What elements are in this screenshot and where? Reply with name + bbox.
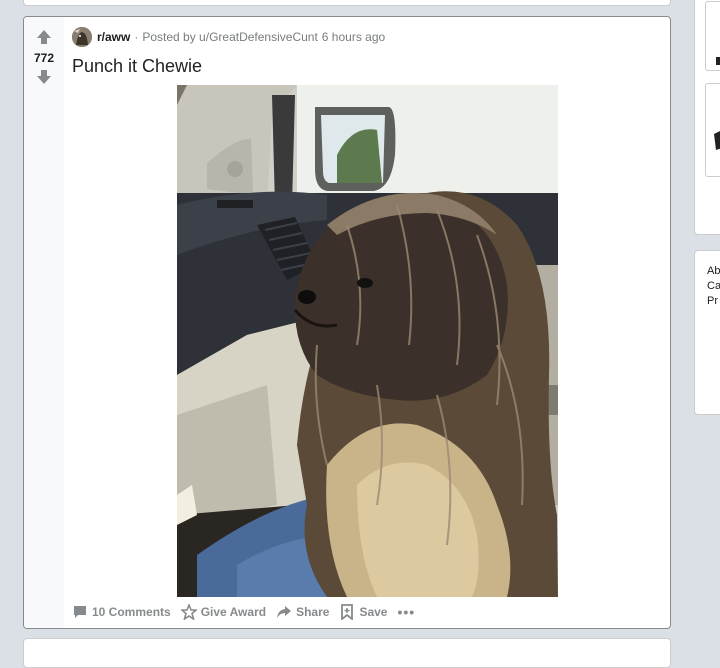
dog-photo-image [177,85,558,597]
sidebar-thumbnail[interactable] [705,1,720,71]
comments-button[interactable]: 10 Comments [72,604,171,620]
sidebar-thumbnail[interactable] [705,83,720,177]
post-image[interactable] [177,85,558,597]
give-award-button[interactable]: Give Award [180,604,267,620]
post-title[interactable]: Punch it Chewie [72,56,202,77]
share-label: Share [296,605,330,619]
save-button[interactable]: Save [339,604,387,620]
vote-column: 772 [24,17,64,628]
share-icon [277,606,292,618]
save-label: Save [359,605,388,619]
post-time[interactable]: 6 hours ago [322,30,385,44]
next-post-card [23,638,671,668]
downvote-arrow-icon [37,70,51,84]
sidebar-links-widget: Ab Ca Pr [694,250,720,415]
share-button[interactable]: Share [276,604,329,620]
award-icon [180,604,197,620]
comment-icon [74,606,86,618]
comments-label: 10 Comments [92,605,171,619]
posted-by[interactable]: Posted by u/GreatDefensiveCunt [142,30,317,44]
subreddit-link[interactable]: r/aww [97,30,130,44]
sidebar-link[interactable]: Pr [707,294,720,309]
sidebar-link[interactable]: Ab [707,264,720,279]
bookmark-icon [341,604,354,620]
upvote-button[interactable] [36,29,52,45]
post-header: r/aww · Posted by u/GreatDefensiveCunt 6… [72,26,385,48]
downvote-button[interactable] [36,69,52,85]
meta-separator: · [134,30,139,44]
more-options-button[interactable]: ••• [397,604,415,620]
previous-post-card [23,0,671,6]
post-card[interactable]: 772 r/aww · Posted by u/GreatDefensiveCu… [23,16,671,629]
post-actions: 10 Comments Give Award Share Save ••• [72,601,425,623]
sidebar-widget [694,0,720,235]
vote-score: 772 [33,51,55,65]
give-award-label: Give Award [200,605,267,619]
subreddit-avatar[interactable] [72,27,92,47]
upvote-arrow-icon [37,30,51,44]
sidebar-link[interactable]: Ca [707,279,720,294]
